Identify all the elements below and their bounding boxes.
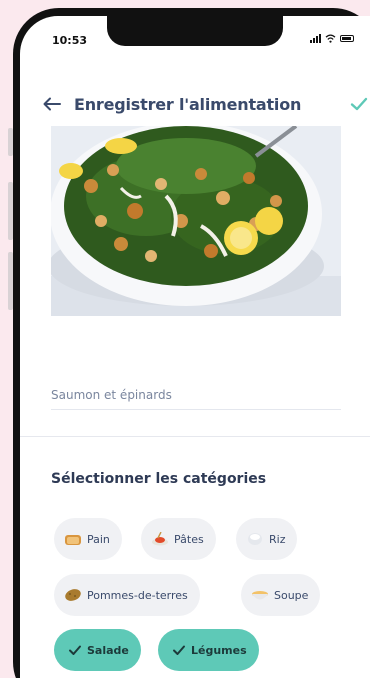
wifi-icon xyxy=(325,34,336,43)
soup-icon xyxy=(252,591,268,600)
battery-icon xyxy=(340,35,354,42)
back-arrow-icon[interactable] xyxy=(42,94,62,114)
phone-notch xyxy=(107,16,283,46)
category-chip-label: Pommes-de-terres xyxy=(87,588,188,602)
potato-icon xyxy=(65,589,81,601)
bread-icon xyxy=(65,535,81,545)
category-chip-label: Pain xyxy=(87,532,110,546)
section-divider xyxy=(20,436,370,437)
category-chip-label: Légumes xyxy=(191,643,247,657)
field-underline xyxy=(51,409,341,410)
category-chip-pain[interactable]: Pain xyxy=(54,518,122,560)
signal-icon xyxy=(310,34,321,43)
page-title: Enregistrer l'alimentation xyxy=(74,94,302,114)
app-screen: 10:53 Enregistrer l'alimentation Saumon … xyxy=(20,16,370,678)
app-header: Enregistrer l'alimentation xyxy=(42,88,368,120)
check-icon xyxy=(173,645,185,655)
category-chip-salade[interactable]: Salade xyxy=(54,629,141,671)
category-chip-label: Soupe xyxy=(274,588,309,602)
category-chip-soupe[interactable]: Soupe xyxy=(241,574,321,616)
categories-title: Sélectionner les catégories xyxy=(51,471,267,487)
category-chip-pates[interactable]: Pâtes xyxy=(141,518,216,560)
food-name-field[interactable]: Saumon et épinards xyxy=(51,388,172,402)
category-chip-riz[interactable]: Riz xyxy=(236,518,298,560)
category-chip-label: Salade xyxy=(87,643,129,657)
status-time: 10:53 xyxy=(52,34,88,47)
pasta-icon xyxy=(152,532,168,546)
rice-icon xyxy=(248,533,262,545)
category-chip-label: Riz xyxy=(269,532,286,546)
status-icons xyxy=(310,34,354,43)
category-chip-label: Pâtes xyxy=(174,532,204,546)
save-check-icon[interactable] xyxy=(349,94,369,114)
category-chip-legumes[interactable]: Légumes xyxy=(158,629,259,671)
food-photo xyxy=(51,126,341,316)
check-icon xyxy=(69,645,81,655)
category-chip-pommes-de-terres[interactable]: Pommes-de-terres xyxy=(54,574,200,616)
